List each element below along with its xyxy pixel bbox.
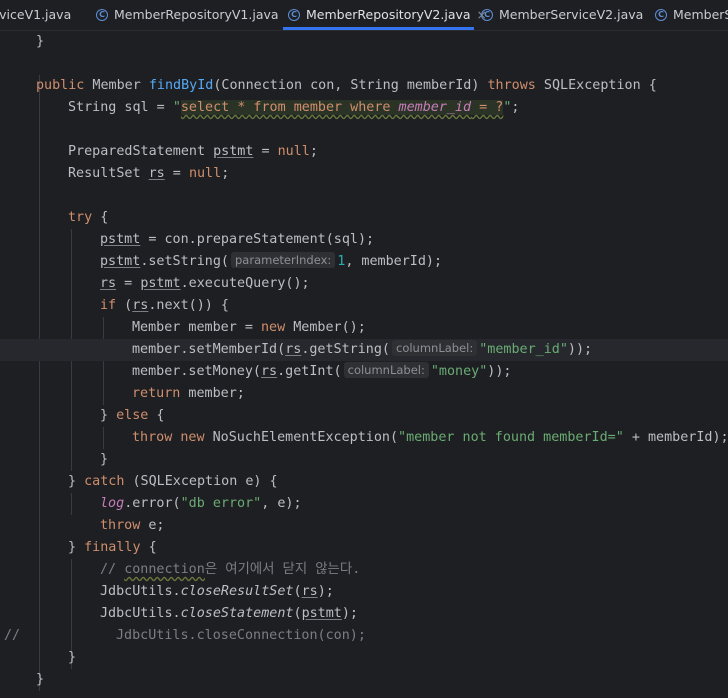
code-line: } (36, 34, 45, 49)
code-editor[interactable]: } public Member findById(Connection con,… (0, 31, 728, 698)
tab-label: MemberRepositoryV2.java (306, 7, 471, 22)
tab-label: rviceV1.java (0, 7, 72, 22)
tab-label: MemberS (673, 7, 728, 22)
code-line: } (100, 452, 109, 467)
editor-tab-bar: rviceV1.java C MemberRepositoryV1.java C… (0, 0, 728, 31)
class-icon: C (96, 9, 108, 21)
parameter-hint: parameterIndex: (231, 252, 336, 268)
tab-memberrepositoryv2[interactable]: C MemberRepositoryV2.java × (288, 0, 487, 30)
code-line: } else { (100, 408, 165, 423)
code-line: } (36, 672, 45, 687)
code-line: } (68, 650, 77, 665)
code-line: } catch (SQLException e) { (68, 474, 278, 489)
code-line: if (rs.next()) { (100, 298, 229, 313)
code-line: // connection은 여기에서 닫지 않는다. (100, 562, 361, 577)
code-line: throw e; (100, 518, 165, 533)
code-line: ResultSet rs = null; (68, 166, 230, 181)
code-line: return member; (132, 386, 245, 401)
code-line: JdbcUtils.closeResultSet(rs); (100, 584, 334, 599)
code-line: throw new NoSuchElementException("member… (132, 430, 728, 445)
code-line: } finally { (68, 540, 157, 555)
code-line-current: member.setMemberId(rs.getString(columnLa… (0, 339, 728, 361)
code-line: //JdbcUtils.closeConnection(con); (4, 628, 366, 643)
tab-label: MemberRepositoryV1.java (114, 7, 279, 22)
tab-label: MemberServiceV2.java (499, 7, 644, 22)
code-line: log.error("db error", e); (100, 496, 302, 511)
tab-memberservice-overflow[interactable]: C MemberS (655, 0, 728, 30)
code-line: pstmt = con.prepareStatement(sql); (100, 232, 375, 247)
code-line: String sql = "select * from member where… (68, 100, 520, 115)
tab-memberservicev1[interactable]: rviceV1.java (0, 0, 71, 30)
tab-memberservicev2[interactable]: C MemberServiceV2.java (481, 0, 643, 30)
tab-memberrepositoryv1[interactable]: C MemberRepositoryV1.java (96, 0, 279, 30)
class-icon: C (655, 9, 667, 21)
parameter-hint: columnLabel: (392, 340, 478, 356)
code-line: rs = pstmt.executeQuery(); (100, 276, 310, 291)
code-line: JdbcUtils.closeStatement(pstmt); (100, 606, 358, 621)
code-line: public Member findById(Connection con, S… (36, 78, 657, 93)
code-line: Member member = new Member(); (132, 320, 366, 335)
class-icon: C (288, 9, 300, 21)
code-line: PreparedStatement pstmt = null; (68, 144, 318, 159)
code-line: try { (68, 210, 109, 225)
parameter-hint: columnLabel: (343, 362, 429, 378)
code-line: pstmt.setString(parameterIndex: 1, member… (100, 252, 443, 269)
class-icon: C (481, 9, 493, 21)
active-tab-indicator (283, 27, 474, 30)
code-line: member.setMoney(rs.getInt(columnLabel: "m… (132, 362, 512, 379)
